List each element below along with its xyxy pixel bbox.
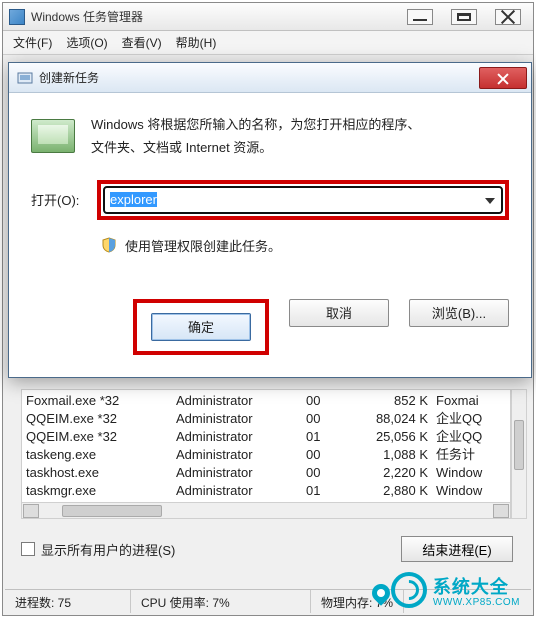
menu-options[interactable]: 选项(O) [66,34,107,51]
proc-user: Administrator [176,428,306,446]
proc-mem: 1,088 K [346,446,436,464]
proc-name: QQEIM.exe *32 [26,410,176,428]
menu-help[interactable]: 帮助(H) [176,34,217,51]
proc-desc: 企业QQ [436,428,510,446]
proc-mem: 2,880 K [346,482,436,500]
proc-name: taskeng.exe [26,446,176,464]
proc-name: taskhost.exe [26,464,176,482]
proc-mem: 852 K [346,392,436,410]
proc-desc: Window [436,464,510,482]
open-input-highlight [97,180,509,220]
watermark: 系统大全 WWW.XP85.COM [391,572,520,608]
vertical-scrollbar[interactable] [511,389,527,519]
proc-mem: 25,056 K [346,428,436,446]
close-button[interactable] [495,9,521,25]
checkbox-icon[interactable] [21,542,35,556]
proc-user: Administrator [176,410,306,428]
dialog-title: 创建新任务 [39,69,479,86]
proc-cpu: 00 [306,392,346,410]
watermark-logo-icon [391,572,427,608]
table-row[interactable]: taskmgr.exeAdministrator012,880 KWindow [26,482,510,500]
proc-desc: 任务计 [436,446,510,464]
create-task-dialog: 创建新任务 Windows 将根据您所输入的名称，为您打开相应的程序、 文件夹、… [8,62,532,378]
end-process-button[interactable]: 结束进程(E) [401,536,513,562]
cancel-button[interactable]: 取消 [289,299,389,327]
table-row[interactable]: taskeng.exeAdministrator001,088 K任务计 [26,446,510,464]
show-all-users-checkbox[interactable]: 显示所有用户的进程(S) [21,540,175,559]
admin-note: 使用管理权限创建此任务。 [125,236,281,255]
proc-mem: 2,220 K [346,464,436,482]
shield-icon [101,237,117,253]
dialog-description: Windows 将根据您所输入的名称，为您打开相应的程序、 文件夹、文档或 In… [91,113,420,160]
status-process-count: 进程数: 75 [5,590,131,613]
proc-cpu: 00 [306,464,346,482]
app-icon [9,9,25,25]
show-all-users-label: 显示所有用户的进程(S) [41,540,175,559]
proc-name: taskmgr.exe [26,482,176,500]
proc-name: Foxmail.exe *32 [26,392,176,410]
proc-cpu: 01 [306,482,346,500]
watermark-text-en: WWW.XP85.COM [433,597,520,608]
dialog-titlebar[interactable]: 创建新任务 [9,63,531,93]
proc-cpu: 00 [306,446,346,464]
process-list[interactable]: Foxmail.exe *32Administrator00852 KFoxma… [21,389,511,519]
proc-user: Administrator [176,464,306,482]
proc-desc: Foxmai [436,392,510,410]
minimize-button[interactable] [407,9,433,25]
window-title: Windows 任务管理器 [31,8,407,25]
run-program-icon [31,113,75,157]
ok-button[interactable]: 确定 [151,313,251,341]
proc-user: Administrator [176,482,306,500]
table-row[interactable]: Foxmail.exe *32Administrator00852 KFoxma… [26,392,510,410]
menu-view[interactable]: 查看(V) [122,34,162,51]
horizontal-scrollbar[interactable] [22,502,510,518]
dialog-description-line2: 文件夹、文档或 Internet 资源。 [91,136,420,159]
browse-button[interactable]: 浏览(B)... [409,299,509,327]
open-input[interactable] [103,186,503,214]
table-row[interactable]: QQEIM.exe *32Administrator0088,024 K企业QQ [26,410,510,428]
run-dialog-icon [17,70,33,86]
proc-desc: 企业QQ [436,410,510,428]
proc-cpu: 01 [306,428,346,446]
scroll-thumb[interactable] [62,505,162,517]
proc-name: QQEIM.exe *32 [26,428,176,446]
status-cpu-usage: CPU 使用率: 7% [131,590,311,613]
proc-user: Administrator [176,392,306,410]
proc-desc: Window [436,482,510,500]
proc-user: Administrator [176,446,306,464]
menu-file[interactable]: 文件(F) [13,34,52,51]
proc-mem: 88,024 K [346,410,436,428]
dialog-description-line1: Windows 将根据您所输入的名称，为您打开相应的程序、 [91,113,420,136]
scroll-right-button[interactable] [493,504,509,518]
table-row[interactable]: taskhost.exeAdministrator002,220 KWindow [26,464,510,482]
watermark-text-cn: 系统大全 [433,573,520,599]
dialog-close-button[interactable] [479,67,527,89]
menubar: 文件(F) 选项(O) 查看(V) 帮助(H) [3,31,533,55]
maximize-button[interactable] [451,9,477,25]
scroll-left-button[interactable] [23,504,39,518]
titlebar[interactable]: Windows 任务管理器 [3,3,533,31]
scroll-thumb[interactable] [514,420,524,470]
open-label: 打开(O): [31,190,91,209]
ok-button-highlight: 确定 [133,299,269,355]
table-row[interactable]: QQEIM.exe *32Administrator0125,056 K企业QQ [26,428,510,446]
proc-cpu: 00 [306,410,346,428]
